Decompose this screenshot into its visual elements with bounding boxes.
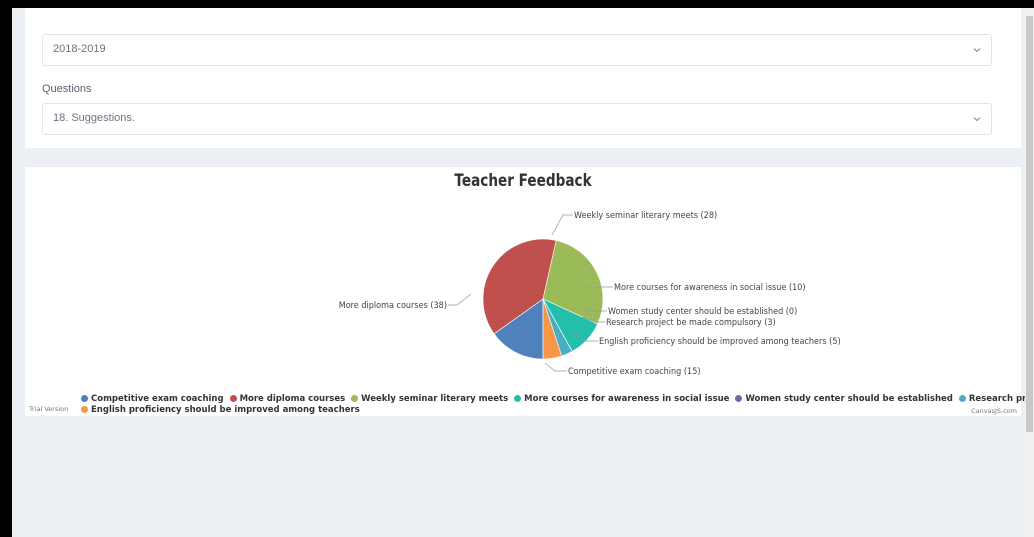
legend-label: Weekly seminar literary meets	[361, 394, 509, 404]
pie-label-weekly: Weekly seminar literary meets (28)	[574, 211, 717, 221]
legend-item[interactable]: More diploma courses	[229, 394, 346, 404]
page-scrollbar[interactable]	[1025, 8, 1034, 537]
pie-chart: Weekly seminar literary meets (28) More …	[339, 211, 841, 377]
year-select[interactable]: 2018-2019	[42, 34, 992, 66]
legend-label: English proficiency should be improved a…	[91, 405, 360, 415]
legend-marker	[958, 395, 966, 402]
chart-card: Teacher Feedback Weekly seminar literary…	[25, 167, 1025, 416]
canvasjs-credit-link[interactable]: CanvasJS.com	[971, 407, 1017, 415]
legend-item[interactable]: Weekly seminar literary meets	[351, 394, 508, 404]
legend-marker	[735, 395, 743, 402]
legend-label: Research project be made compulsory	[968, 394, 1025, 404]
legend-item[interactable]: More courses for awareness in social iss…	[514, 394, 729, 404]
leader-line-diploma	[448, 293, 472, 306]
pie-label-awareness: More courses for awareness in social iss…	[614, 283, 806, 293]
legend-item[interactable]: Competitive exam coaching	[81, 394, 224, 404]
scrollbar-thumb[interactable]	[1026, 16, 1033, 432]
pie-label-competitive: Competitive exam coaching (15)	[568, 367, 701, 377]
legend-marker	[81, 406, 88, 413]
legend-item[interactable]: English proficiency should be improved a…	[81, 405, 360, 415]
leader-line-competitive	[544, 362, 567, 372]
chevron-down-icon	[973, 117, 981, 122]
year-select-value: 2018-2019	[53, 43, 106, 55]
legend-marker	[351, 395, 359, 402]
legend-row: English proficiency should be improved a…	[81, 405, 366, 415]
legend-marker	[514, 395, 522, 402]
questions-label: Questions	[42, 83, 92, 95]
legend-label: More diploma courses	[239, 394, 346, 404]
pie-label-research: Research project be made compulsory (3)	[606, 318, 776, 328]
legend-label: Competitive exam coaching	[91, 394, 224, 404]
legend-marker	[229, 395, 237, 402]
question-select[interactable]: 18. Suggestions.	[42, 103, 992, 135]
legend-label: Women study center should be established	[745, 394, 953, 404]
page-viewport: 2018-2019 Questions 18. Suggestions. Tea…	[12, 8, 1025, 537]
leader-line-weekly	[551, 214, 573, 236]
chevron-down-icon	[973, 48, 981, 53]
pie-label-diploma: More diploma courses (38)	[339, 301, 447, 311]
legend-item[interactable]: Women study center should be established	[735, 394, 953, 404]
pie-label-women: Women study center should be established…	[608, 307, 797, 317]
trial-version-note: Trial Version	[29, 405, 69, 413]
question-select-value: 18. Suggestions.	[53, 112, 135, 124]
filter-card: 2018-2019 Questions 18. Suggestions.	[25, 8, 1021, 148]
legend-marker	[81, 395, 88, 402]
legend-label: More courses for awareness in social iss…	[524, 394, 730, 404]
legend-row: Competitive exam coaching More diploma co…	[81, 394, 1025, 404]
legend-item[interactable]: Research project be made compulsory	[958, 394, 1025, 404]
pie-label-english: English proficiency should be improved a…	[599, 337, 841, 347]
